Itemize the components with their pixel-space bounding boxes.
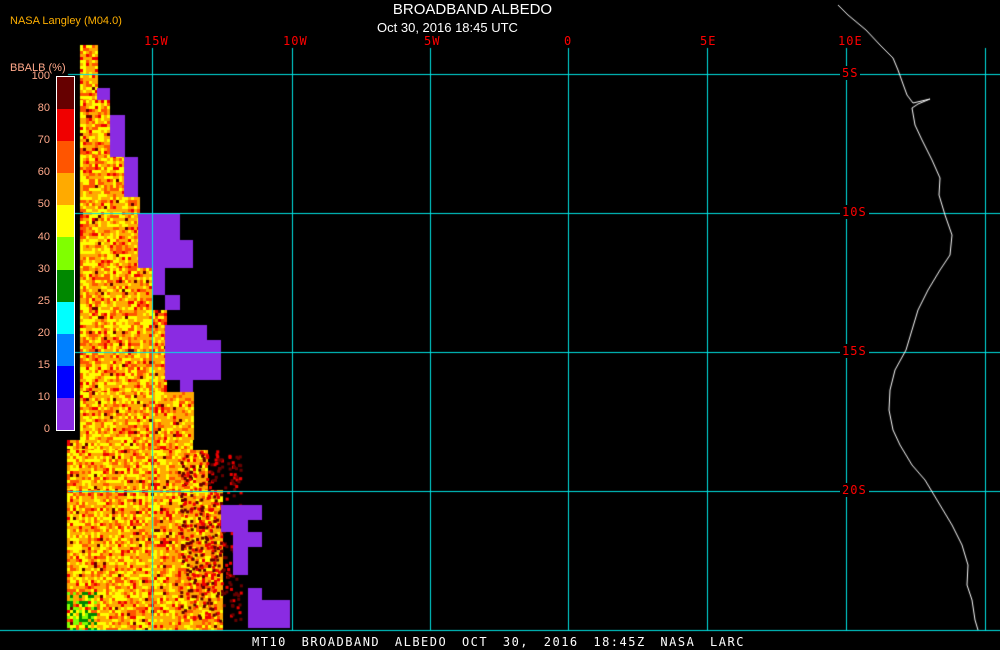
colorbar-segment <box>57 173 74 206</box>
colorbar-segment <box>57 109 74 142</box>
colorbar-segment <box>57 269 74 302</box>
colorbar-segment <box>57 301 74 334</box>
lon-label-10w: 10W <box>283 34 308 48</box>
lon-label-5w: 5W <box>424 34 441 48</box>
lon-label-15w: 15W <box>144 34 169 48</box>
colorbar-tick: 15 <box>37 358 50 371</box>
map-timestamp: Oct 30, 2016 18:45 UTC <box>377 20 518 35</box>
lat-label-15s: 15S <box>840 344 869 358</box>
footer-caption: MT10 BROADBAND ALBEDO OCT 30, 2016 18:45… <box>252 635 745 649</box>
colorbar-tick: 10 <box>37 391 50 403</box>
colorbar-tick: 80 <box>37 102 50 115</box>
colorbar-segment <box>57 141 74 174</box>
colorbar <box>56 76 75 431</box>
colorbar-tick: 50 <box>37 198 50 211</box>
lat-label-10s: 10S <box>840 205 869 219</box>
colorbar-segment <box>57 205 74 238</box>
colorbar-tick: 60 <box>37 166 50 179</box>
colorbar-tick: 30 <box>37 262 50 275</box>
satellite-map: BROADBAND ALBEDO Oct 30, 2016 18:45 UTC … <box>0 0 1000 650</box>
colorbar-tick: 40 <box>37 230 50 243</box>
colorbar-tick: 0 <box>43 423 50 436</box>
colorbar-tick: 100 <box>31 70 50 82</box>
colorbar-tick: 25 <box>37 294 50 307</box>
lon-label-5e: 5E <box>700 34 717 48</box>
albedo-imagery <box>0 0 1000 650</box>
colorbar-segment <box>57 77 74 110</box>
colorbar-segment <box>57 397 74 431</box>
colorbar-segment <box>57 365 74 398</box>
lon-label-0: 0 <box>564 34 573 48</box>
lat-label-5s: 5S <box>840 66 861 80</box>
lon-label-10e: 10E <box>838 34 863 48</box>
map-title: BROADBAND ALBEDO <box>392 1 553 18</box>
colorbar-tick: 70 <box>37 134 50 147</box>
colorbar-segment <box>57 333 74 366</box>
colorbar-tick: 20 <box>37 326 50 339</box>
colorbar-segment <box>57 237 74 270</box>
lat-label-20s: 20S <box>840 483 869 497</box>
source-label: NASA Langley (M04.0) <box>10 15 122 27</box>
